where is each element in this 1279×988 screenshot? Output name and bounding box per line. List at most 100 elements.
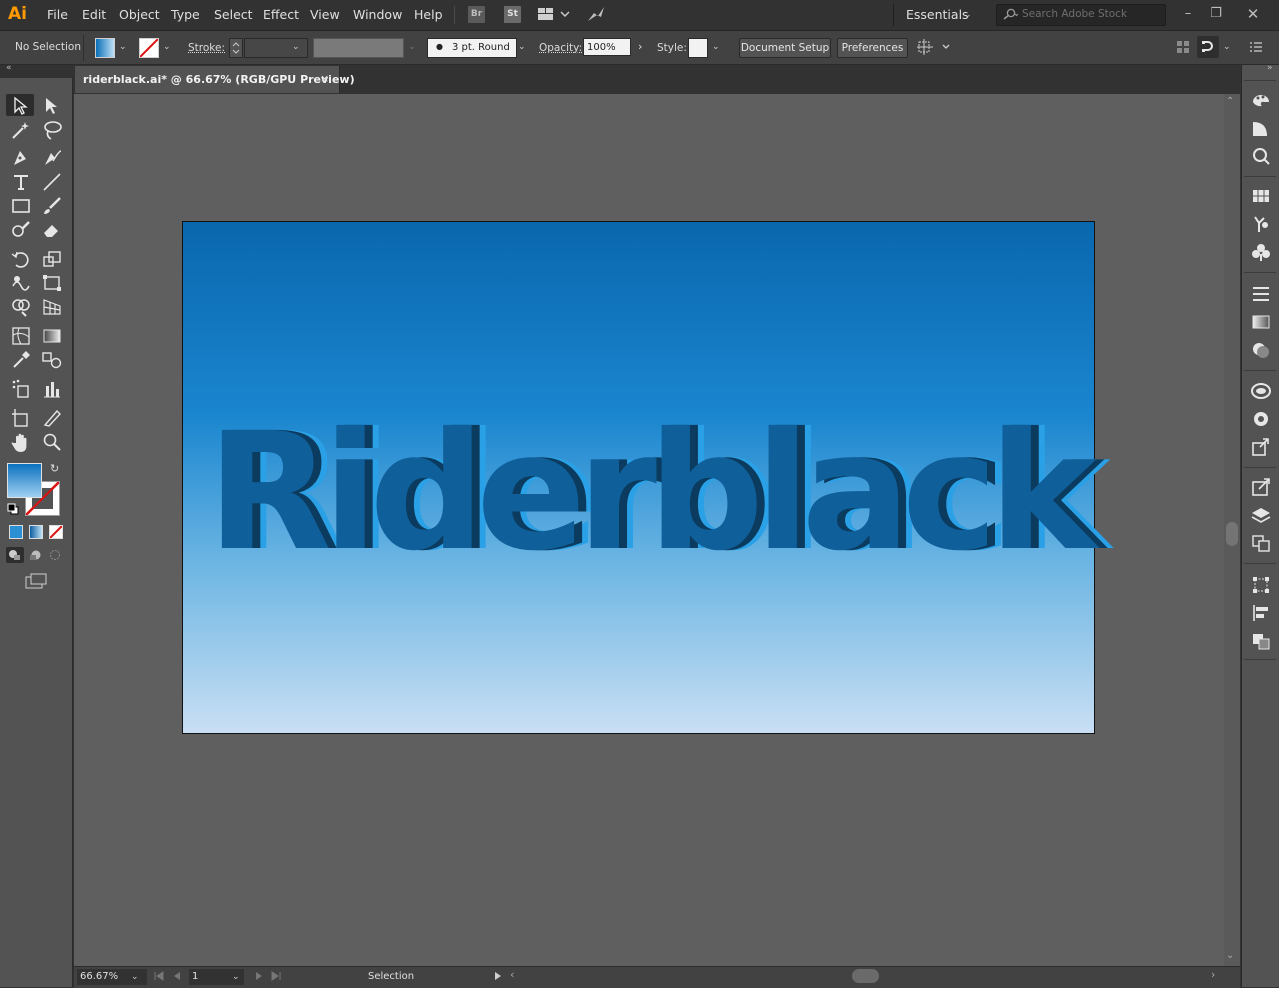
stroke-color-swatch[interactable]: [139, 38, 159, 58]
none-mode-icon[interactable]: [49, 525, 63, 539]
draw-normal-icon[interactable]: [6, 547, 24, 563]
pen-tool-icon[interactable]: [10, 147, 32, 169]
layers-icon[interactable]: [1250, 505, 1272, 525]
artboard-tool-icon[interactable]: [10, 407, 32, 429]
preferences-button[interactable]: Preferences: [837, 38, 908, 58]
vertical-scroll-thumb[interactable]: [1226, 522, 1238, 546]
bridge-button[interactable]: Br: [468, 6, 485, 23]
align-panel-icon[interactable]: [1250, 603, 1272, 623]
slice-tool-icon[interactable]: [41, 407, 63, 429]
rectangle-tool-icon[interactable]: [10, 195, 32, 217]
fill-color-swatch[interactable]: [95, 38, 115, 58]
scroll-down-icon[interactable]: ⌄: [1226, 950, 1234, 961]
opacity-label[interactable]: Opacity:: [539, 42, 582, 54]
column-graph-tool-icon[interactable]: [41, 378, 63, 400]
stroke-weight-chevron-icon[interactable]: ⌄: [292, 42, 300, 52]
brush-chevron-icon[interactable]: ⌄: [518, 42, 526, 52]
graphic-styles-icon[interactable]: [1250, 409, 1272, 429]
stroke-chevron-icon[interactable]: ⌄: [163, 42, 171, 52]
color-mode-icon[interactable]: [9, 525, 23, 539]
stroke-panel-icon[interactable]: [1250, 284, 1272, 304]
arrange-documents-icon[interactable]: [538, 8, 570, 25]
free-transform-tool-icon[interactable]: [41, 272, 63, 294]
gradient-tool-icon[interactable]: [41, 325, 63, 347]
close-tab-icon[interactable]: ×: [320, 72, 329, 85]
pathfinder-icon[interactable]: [1250, 631, 1272, 651]
stock-search-input[interactable]: Search Adobe Stock: [1022, 8, 1127, 20]
scroll-left-icon[interactable]: ‹: [510, 968, 514, 981]
workspace-switcher[interactable]: Essentials: [906, 7, 969, 22]
swatches-icon[interactable]: [1250, 186, 1272, 206]
document-setup-button[interactable]: Document Setup: [739, 38, 831, 58]
perspective-grid-tool-icon[interactable]: [41, 296, 63, 318]
scroll-right-icon[interactable]: ›: [1211, 968, 1215, 981]
zoom-tool-icon[interactable]: [41, 431, 63, 453]
control-menu-icon[interactable]: [1250, 41, 1262, 55]
dock-expand-icon[interactable]: »: [1267, 63, 1273, 73]
style-chevron-icon[interactable]: ⌄: [712, 42, 720, 52]
blend-tool-icon[interactable]: [41, 349, 63, 371]
next-artboard-icon[interactable]: [253, 970, 265, 985]
symbol-sprayer-tool-icon[interactable]: [10, 378, 32, 400]
menu-edit[interactable]: Edit: [82, 7, 106, 22]
draw-inside-icon[interactable]: [47, 547, 65, 566]
swap-fill-stroke-icon[interactable]: ↻: [50, 462, 59, 475]
mesh-tool-icon[interactable]: [10, 325, 32, 347]
appearance-icon[interactable]: [1250, 381, 1272, 401]
export-icon[interactable]: [1250, 477, 1272, 497]
opacity-arrow-icon[interactable]: ›: [638, 40, 642, 53]
gpu-performance-icon[interactable]: [586, 5, 606, 26]
last-artboard-icon[interactable]: [270, 970, 282, 985]
lasso-tool-icon[interactable]: [41, 119, 63, 141]
gradient-panel-icon[interactable]: [1250, 312, 1272, 332]
artboards-panel-icon[interactable]: [1250, 533, 1272, 553]
menu-type[interactable]: Type: [171, 7, 200, 22]
gradient-mode-icon[interactable]: [29, 525, 43, 539]
previous-artboard-icon[interactable]: [171, 970, 183, 985]
paintbrush-tool-icon[interactable]: [41, 195, 63, 217]
default-colors-icon[interactable]: [7, 503, 19, 518]
brushes-icon[interactable]: [1250, 214, 1272, 234]
asset-export-icon[interactable]: [1250, 437, 1272, 457]
scale-tool-icon[interactable]: [41, 248, 63, 270]
graphic-style-swatch[interactable]: [688, 38, 708, 58]
menu-view[interactable]: View: [310, 7, 340, 22]
draw-behind-icon[interactable]: [27, 547, 45, 566]
opacity-field[interactable]: 100%: [583, 38, 631, 56]
brush-definition[interactable]: ● 3 pt. Round: [427, 38, 517, 58]
curvature-tool-icon[interactable]: [41, 147, 63, 169]
menu-help[interactable]: Help: [414, 7, 443, 22]
fill-swatch-large[interactable]: [7, 463, 42, 498]
stock-button[interactable]: St: [504, 6, 521, 23]
selection-tool-icon[interactable]: [10, 95, 32, 117]
zoom-chevron-icon[interactable]: ⌄: [131, 972, 139, 982]
artboard-chevron-icon[interactable]: ⌄: [232, 972, 240, 982]
workspace-chevron-icon[interactable]: ⌄: [964, 10, 972, 20]
toolbar-collapse-strip[interactable]: «: [0, 63, 72, 77]
snap-to-grid-icon[interactable]: [1197, 36, 1219, 58]
eraser-tool-icon[interactable]: [41, 219, 63, 241]
warp-tool-icon[interactable]: [10, 272, 32, 294]
line-tool-icon[interactable]: [41, 171, 63, 193]
menu-select[interactable]: Select: [214, 7, 253, 22]
stroke-weight-stepper[interactable]: [229, 38, 243, 58]
close-window-icon[interactable]: ✕: [1242, 4, 1264, 24]
magic-wand-tool-icon[interactable]: [10, 119, 32, 141]
menu-effect[interactable]: Effect: [263, 7, 299, 22]
arrange-panel-icon[interactable]: [1176, 40, 1190, 57]
status-menu-icon[interactable]: [493, 970, 503, 985]
menu-object[interactable]: Object: [119, 7, 160, 22]
shaper-tool-icon[interactable]: [10, 219, 32, 241]
stroke-label[interactable]: Stroke:: [188, 42, 225, 54]
transform-icon[interactable]: [917, 39, 953, 58]
variable-width-profile[interactable]: [313, 38, 404, 58]
snap-chevron-icon[interactable]: ⌄: [1223, 42, 1231, 52]
rotate-tool-icon[interactable]: [10, 248, 32, 270]
transparency-icon[interactable]: [1250, 340, 1272, 360]
riderblack-artwork-text[interactable]: Riderblack: [207, 412, 1097, 574]
horizontal-scroll-thumb[interactable]: [852, 969, 879, 983]
menu-file[interactable]: File: [47, 7, 68, 22]
symbols-icon[interactable]: [1250, 242, 1272, 262]
profile-chevron-icon[interactable]: ⌄: [408, 42, 416, 52]
cc-libraries-icon[interactable]: [1250, 146, 1272, 166]
